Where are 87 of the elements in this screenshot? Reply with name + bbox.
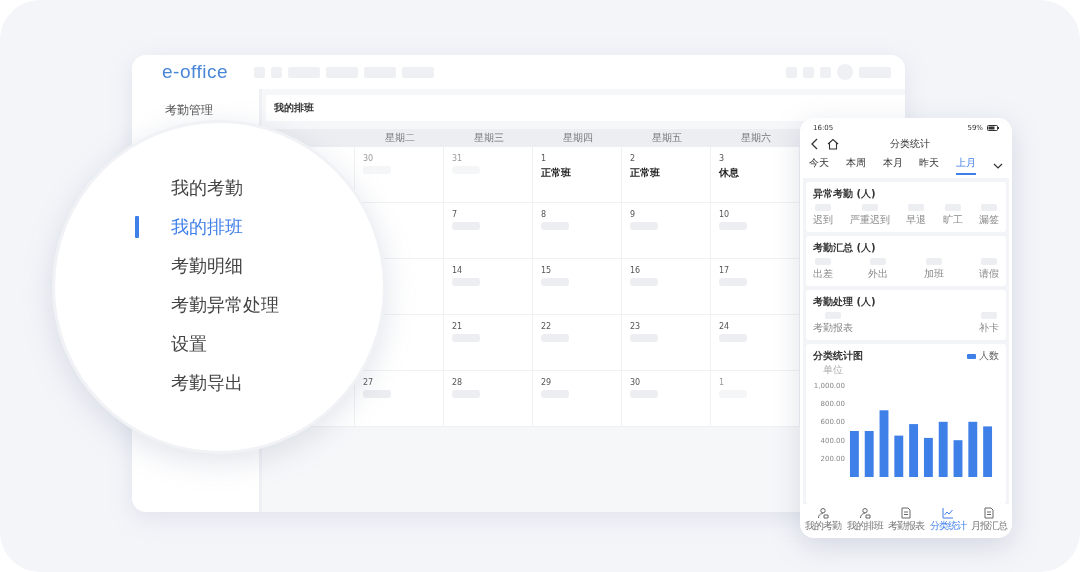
day-number: 3	[719, 154, 726, 163]
bar	[864, 431, 874, 477]
screen-title: 分类统计	[889, 137, 931, 151]
day-number: 14	[452, 266, 464, 275]
day-number: 7	[452, 210, 459, 219]
menu-item[interactable]: 考勤异常处理	[171, 293, 279, 317]
bar	[953, 440, 963, 477]
period-tab[interactable]: 今天	[809, 156, 829, 175]
day-number: 15	[541, 266, 553, 275]
chart-title: 分类统计图	[813, 349, 863, 363]
menu-item[interactable]: 我的排班	[171, 215, 243, 239]
stat-label: 加班	[923, 267, 944, 281]
day-number: 2	[630, 154, 637, 163]
day-number: 29	[541, 378, 553, 387]
menu-item[interactable]: 我的考勤	[171, 176, 243, 200]
chevron-down-icon[interactable]	[993, 162, 1003, 169]
card-title: 异常考勤 (人)	[813, 187, 877, 201]
stat-label: 考勤报表	[813, 321, 853, 335]
bar	[849, 431, 859, 477]
logo: e-office	[162, 61, 228, 83]
nav-icon	[941, 507, 954, 519]
placeholder-bar	[363, 390, 391, 398]
day-number: 23	[630, 322, 642, 331]
bar	[923, 437, 933, 477]
nav-tab[interactable]: 我的排班	[846, 507, 883, 533]
day-number: 31	[452, 154, 464, 163]
nav-tab[interactable]: 月报汇总	[971, 507, 1007, 533]
day-number: 16	[630, 266, 642, 275]
sidebar-title: 考勤管理	[165, 103, 213, 117]
day-number: 22	[541, 322, 553, 331]
nav-icon	[983, 507, 995, 519]
legend-label: 人数	[979, 349, 999, 363]
day-number: 27	[363, 378, 375, 387]
nav-tab[interactable]: 分类统计	[929, 507, 966, 533]
stat-label: 旷工	[942, 213, 963, 227]
shift-label: 正常班	[630, 166, 661, 180]
day-number: 24	[719, 322, 731, 331]
stat-label: 漏签	[979, 213, 999, 227]
weekday-label: 星期三	[472, 131, 505, 145]
menu-item[interactable]: 设置	[171, 332, 207, 356]
period-tab[interactable]: 昨天	[919, 156, 940, 175]
stat-label: 补卡	[979, 321, 999, 335]
day-number: 30	[630, 378, 642, 387]
day-number: 28	[452, 378, 464, 387]
day-number: 9	[630, 210, 637, 219]
bar	[968, 421, 978, 477]
page-title: 我的排班	[274, 101, 314, 115]
day-number: 1	[719, 378, 726, 387]
weekday-label: 星期五	[650, 131, 683, 145]
period-tab[interactable]: 本月	[882, 156, 903, 175]
back-icon[interactable]	[811, 138, 819, 150]
period-tab[interactable]: 上月	[956, 156, 977, 175]
stat-label: 严重迟到	[849, 213, 890, 227]
nav-tab[interactable]: 考勤报表	[888, 507, 924, 533]
axis-unit: 单位	[823, 363, 844, 377]
nav-tab[interactable]: 我的考勤	[805, 507, 841, 533]
battery-icon	[987, 125, 999, 131]
day-number: 8	[541, 210, 548, 219]
stat-label: 请假	[979, 267, 999, 281]
day-number: 1	[541, 154, 548, 163]
bar	[879, 410, 889, 477]
card-title: 考勤汇总 (人)	[813, 241, 877, 255]
bar	[909, 424, 919, 477]
menu-item[interactable]: 考勤导出	[171, 371, 243, 395]
shift-label: 正常班	[541, 166, 572, 180]
home-icon[interactable]	[827, 138, 839, 150]
bar	[894, 435, 904, 477]
nav-icon	[817, 507, 829, 519]
period-tab[interactable]: 本周	[845, 156, 866, 175]
bar	[938, 421, 948, 477]
weekday-label: 星期六	[739, 131, 772, 145]
card-title: 考勤处理 (人)	[813, 295, 877, 309]
shift-label: 休息	[719, 166, 740, 180]
day-number: 10	[719, 210, 731, 219]
stat-label: 出差	[813, 267, 833, 281]
day-number: 17	[719, 266, 731, 275]
stat-label: 早退	[906, 213, 926, 227]
nav-icon	[900, 507, 912, 519]
weekday-label: 星期四	[561, 131, 594, 145]
weekday-label: 星期二	[383, 131, 416, 145]
stat-label: 外出	[868, 267, 889, 281]
day-number: 30	[363, 154, 375, 163]
nav-icon	[858, 507, 871, 519]
day-number: 21	[452, 322, 464, 331]
menu-item[interactable]: 考勤明细	[171, 254, 243, 278]
stat-label: 迟到	[813, 213, 833, 227]
bar	[983, 426, 993, 477]
